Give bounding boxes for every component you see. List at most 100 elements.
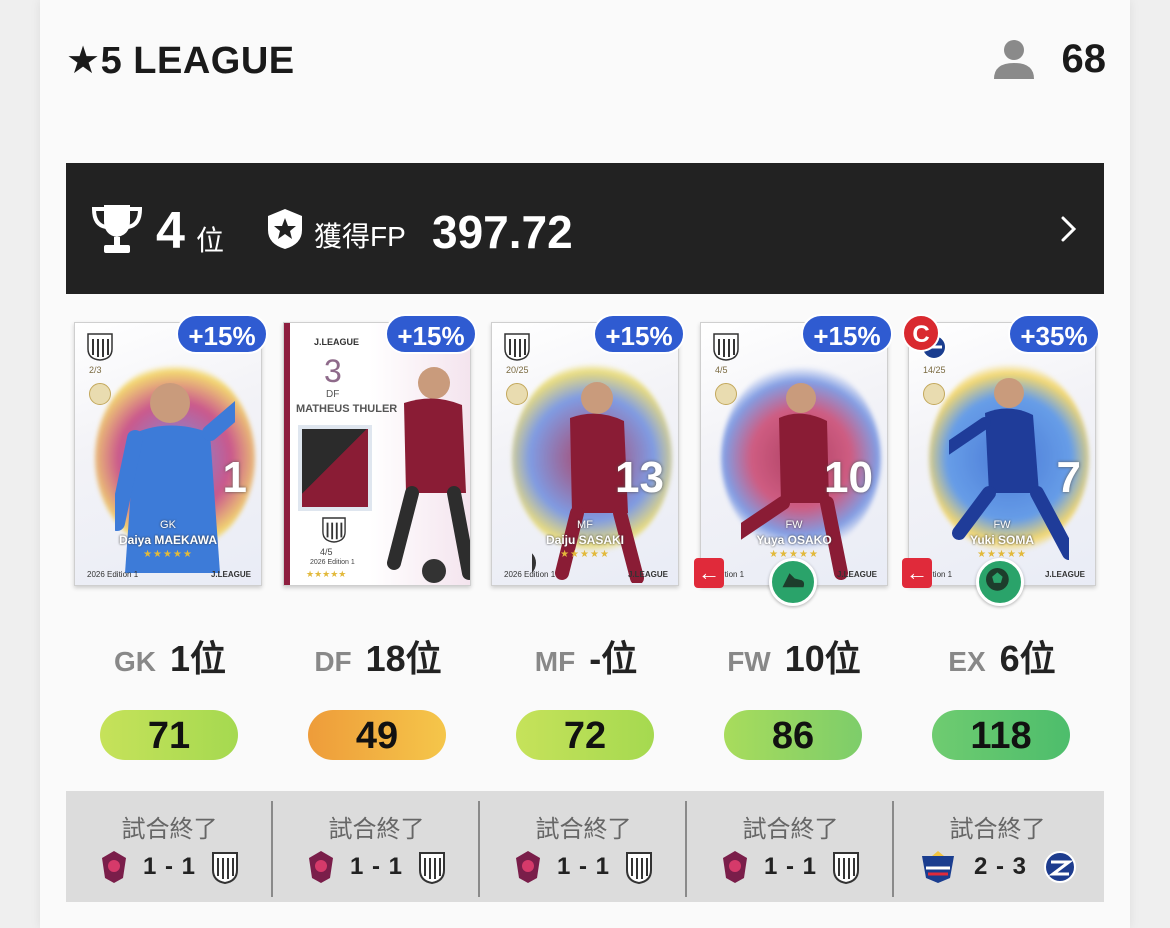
card-player-name: Yuki SOMA: [969, 533, 1034, 547]
match-result[interactable]: 試合終了 1 - 1: [273, 791, 480, 902]
match-status: 試合終了: [535, 816, 632, 843]
match-score: 2 - 3: [973, 853, 1028, 880]
kyoto-sanga-crest-icon: [515, 851, 540, 883]
fp-label: 獲得FP: [314, 221, 406, 252]
league-title: ★5 LEAGUE: [66, 40, 295, 82]
score-pills: 71 49 72 86 118: [66, 710, 1106, 762]
match-results: 試合終了 1 - 1 試合終了 1 - 1 試合終了 1 - 1 試合終了 1 …: [66, 791, 1104, 902]
match-score: 1 - 1: [349, 853, 404, 880]
vissel-kobe-crest-icon: [713, 333, 739, 361]
trophy-icon: [91, 205, 143, 253]
player-card-ex[interactable]: 14/25 7 FW Yuki SOMA ★★★★★ Edition 1 J.L…: [908, 322, 1096, 586]
card-player-name: Yuya OSAKO: [756, 533, 832, 547]
position-rank: 6位: [999, 638, 1056, 679]
rarity-badge: [923, 383, 945, 405]
card-edition: 2026 Edition 1: [310, 559, 355, 566]
match-score-row: 1 - 1: [687, 849, 894, 885]
score-pill-df: 49: [308, 710, 446, 760]
rank-number: 4: [156, 202, 185, 260]
match-score-row: 1 - 1: [66, 849, 273, 885]
league-header: ★5 LEAGUE 68: [66, 34, 1106, 84]
position-code: FW: [727, 646, 771, 677]
match-result[interactable]: 試合終了 1 - 1: [480, 791, 687, 902]
match-score: 1 - 1: [763, 853, 818, 880]
member-count-button[interactable]: 68: [992, 34, 1107, 84]
position-rank: 10位: [784, 638, 861, 679]
rank-summary-bar[interactable]: 4 位 獲得FP 397.72: [66, 163, 1104, 294]
position-rank: 18位: [365, 638, 442, 679]
rarity-badge: [89, 383, 111, 405]
player-card-fw[interactable]: 4/5 10 FW Yuya OSAKO ★★★★★ Edition 1 J.L…: [700, 322, 888, 586]
vissel-kobe-crest-icon: [212, 852, 239, 884]
member-count: 68: [1061, 36, 1107, 81]
vissel-kobe-crest-icon: [626, 852, 653, 884]
match-status: 試合終了: [949, 816, 1046, 843]
jersey-number: 7: [1056, 453, 1081, 502]
person-icon: [993, 40, 1034, 79]
position-code: EX: [948, 646, 986, 677]
player-card-df[interactable]: J.LEAGUE 3 DF MATHEUS THULER 4/5 2026 Ed…: [283, 322, 471, 586]
jleague-mark: J.LEAGUE: [314, 337, 360, 347]
bonus-badge: +15%: [176, 314, 268, 354]
card-player-name: Daiya MAEKAWA: [118, 533, 218, 547]
jleague-mark: J.LEAGUE: [1044, 570, 1085, 579]
position-rank: -位: [589, 638, 638, 679]
bonus-badge: +35%: [1008, 314, 1100, 354]
position-rank: 1位: [169, 638, 227, 679]
card-stars: ★★★★★: [306, 569, 347, 579]
match-score: 1 - 1: [556, 853, 611, 880]
soccer-ball-icon: [986, 568, 1009, 591]
jersey-number: 3: [324, 353, 342, 389]
match-result[interactable]: 試合終了 1 - 1: [687, 791, 894, 902]
rank-unit: 位: [196, 225, 225, 256]
kyoto-sanga-crest-icon: [722, 851, 747, 883]
card-stars: ★★★★★: [560, 549, 610, 560]
match-score-row: 1 - 1: [273, 849, 480, 885]
vissel-kobe-crest-icon: [833, 852, 860, 884]
bonus-badge: +15%: [801, 314, 893, 354]
boot-icon: [782, 573, 805, 588]
card-serial: 4/5: [715, 365, 728, 375]
card-position: GK: [160, 519, 176, 531]
card-stars: ★★★★★: [143, 549, 193, 560]
player-photo: [387, 367, 470, 583]
jleague-mark: J.LEAGUE: [627, 570, 668, 579]
match-score-row: 1 - 1: [480, 849, 687, 885]
vissel-kobe-crest-icon: [87, 333, 113, 361]
ball-skill-icon[interactable]: [976, 558, 1024, 606]
match-result[interactable]: 試合終了 2 - 3: [894, 791, 1101, 902]
card-position: DF: [326, 389, 340, 400]
rarity-badge: [506, 383, 528, 405]
kyoto-sanga-crest-icon: [308, 851, 333, 883]
score-pill-gk: 71: [100, 710, 238, 760]
jersey-number: 10: [824, 453, 873, 502]
substitute-arrow-icon[interactable]: ←: [902, 558, 932, 588]
match-status: 試合終了: [121, 816, 218, 843]
rarity-badge: [715, 383, 737, 405]
jleague-mark: J.LEAGUE: [836, 570, 877, 579]
card-edge-stripe: [284, 323, 290, 585]
position-code: DF: [314, 646, 352, 677]
match-status: 試合終了: [328, 816, 425, 843]
jersey-number: 13: [615, 453, 664, 502]
kyoto-sanga-crest-icon: [101, 851, 126, 883]
captain-badge: C: [902, 314, 940, 352]
position-rank-df: DF 18位: [274, 630, 482, 682]
position-code: GK: [113, 646, 156, 677]
position-rank-mf: MF -位: [482, 630, 690, 682]
boot-skill-icon[interactable]: [769, 558, 817, 606]
card-serial: 2/3: [89, 365, 102, 375]
score-pill-fw: 86: [724, 710, 862, 760]
yokohama-fm-crest-icon: [921, 851, 954, 883]
position-ranks: GK 1位 DF 18位 MF -位 FW 10位 EX 6位: [66, 630, 1106, 680]
player-card-gk[interactable]: 2/3 1 GK Daiya MAEKAWA ★★★★★ 2026 Editio…: [74, 322, 262, 586]
fp-value: 397.72: [432, 206, 573, 258]
card-player-name: Daiju SASAKI: [545, 533, 624, 547]
card-serial: 20/25: [506, 365, 529, 375]
player-card-mf[interactable]: 20/25 13 MF Daiju SASAKI ★★★★★ 2026 Edit…: [491, 322, 679, 586]
substitute-arrow-icon[interactable]: ←: [694, 558, 724, 588]
player-cards: 2/3 1 GK Daiya MAEKAWA ★★★★★ 2026 Editio…: [66, 314, 1106, 614]
machida-zelvia-crest-icon: [1044, 851, 1077, 883]
match-result[interactable]: 試合終了 1 - 1: [66, 791, 273, 902]
card-edition: 2026 Edition 1: [504, 570, 556, 579]
